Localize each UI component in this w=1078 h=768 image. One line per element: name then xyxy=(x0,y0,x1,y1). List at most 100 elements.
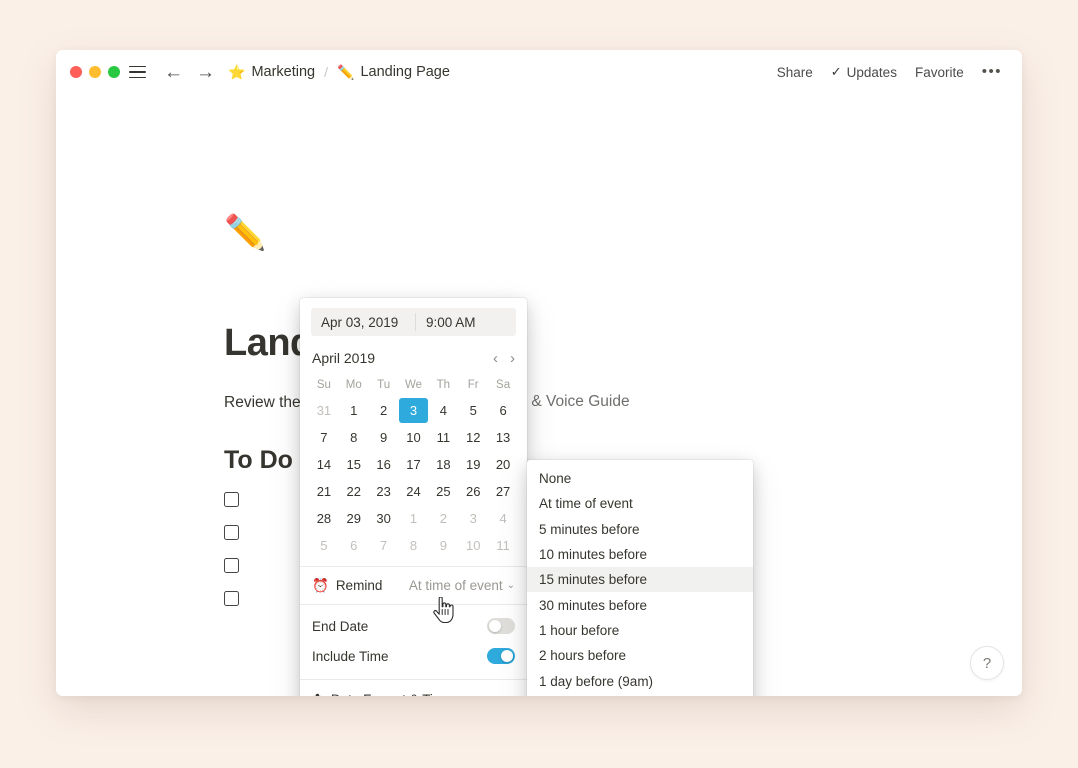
end-date-label: End Date xyxy=(312,618,369,634)
prev-month-icon[interactable]: ‹ xyxy=(493,351,498,366)
calendar-day[interactable]: 30 xyxy=(369,506,399,531)
updates-label: Updates xyxy=(846,64,897,80)
breadcrumb-parent-label: Marketing xyxy=(251,64,316,80)
end-date-toggle[interactable] xyxy=(487,618,515,634)
hamburger-menu-icon[interactable] xyxy=(129,63,149,81)
calendar-day[interactable]: 5 xyxy=(309,533,339,558)
toggle-section: End Date Include Time xyxy=(300,605,527,679)
date-format-timezone-button[interactable]: ✿ Date Format & Timezone xyxy=(300,680,527,696)
remind-row[interactable]: ⏰ Remind At time of event ⌄ xyxy=(300,567,527,604)
calendar-day[interactable]: 26 xyxy=(458,479,488,504)
calendar-day[interactable]: 2 xyxy=(369,398,399,423)
calendar-day[interactable]: 9 xyxy=(369,425,399,450)
reminder-option[interactable]: 2 hours before xyxy=(527,643,753,668)
calendar-day[interactable]: 25 xyxy=(428,479,458,504)
include-time-label: Include Time xyxy=(312,648,389,664)
calendar-day[interactable]: 4 xyxy=(428,398,458,423)
include-time-toggle[interactable] xyxy=(487,648,515,664)
remind-label-group: ⏰ Remind xyxy=(312,578,382,594)
reminder-option[interactable]: 30 minutes before xyxy=(527,592,753,617)
remind-value-dropdown[interactable]: At time of event ⌄ xyxy=(409,578,515,593)
date-input[interactable]: Apr 03, 2019 xyxy=(311,308,415,336)
forward-arrow-icon[interactable]: → xyxy=(196,63,215,82)
alarm-clock-icon: ⏰ xyxy=(312,577,329,593)
calendar-day[interactable]: 28 xyxy=(309,506,339,531)
close-window-button[interactable] xyxy=(70,66,82,78)
date-format-label: Date Format & Timezone xyxy=(331,692,481,697)
pencil-icon: ✏️ xyxy=(337,64,355,80)
calendar-day[interactable]: 21 xyxy=(309,479,339,504)
calendar-day[interactable]: 16 xyxy=(369,452,399,477)
calendar-day-selected[interactable]: 3 xyxy=(398,398,429,423)
calendar-day[interactable]: 1 xyxy=(399,506,429,531)
share-button[interactable]: Share xyxy=(777,65,813,80)
calendar-day[interactable]: 15 xyxy=(339,452,369,477)
calendar-day[interactable]: 13 xyxy=(488,425,518,450)
breadcrumb-current[interactable]: ✏️ Landing Page xyxy=(337,64,450,80)
updates-button[interactable]: ✓ Updates xyxy=(831,64,897,80)
calendar-day[interactable]: 4 xyxy=(488,506,518,531)
include-time-row[interactable]: Include Time xyxy=(312,641,515,671)
reminder-option[interactable]: 15 minutes before xyxy=(527,567,753,593)
calendar-day[interactable]: 20 xyxy=(488,452,518,477)
calendar-day[interactable]: 8 xyxy=(339,425,369,450)
calendar-day[interactable]: 29 xyxy=(339,506,369,531)
calendar-day[interactable]: 6 xyxy=(488,398,518,423)
reminder-options-menu: None At time of event 5 minutes before 10 m… xyxy=(527,460,753,696)
calendar-day[interactable]: 12 xyxy=(458,425,488,450)
calendar-day[interactable]: 17 xyxy=(399,452,429,477)
page-content: ✏️ Landing Page Review the copy To Do 🍎 … xyxy=(56,94,1022,696)
calendar-day[interactable]: 18 xyxy=(428,452,458,477)
gear-icon: ✿ xyxy=(312,691,323,696)
time-input[interactable]: 9:00 AM xyxy=(416,308,516,336)
calendar-month-label: April 2019 xyxy=(312,350,376,366)
calendar-day[interactable]: 31 xyxy=(309,398,339,423)
calendar-day[interactable]: 3 xyxy=(458,506,488,531)
calendar-day[interactable]: 14 xyxy=(309,452,339,477)
titlebar: ← → ⭐ Marketing / ✏️ Landing Page Share … xyxy=(56,50,1022,94)
todo-checkbox[interactable] xyxy=(224,558,239,573)
reminder-option[interactable]: 1 hour before xyxy=(527,618,753,643)
calendar-day[interactable]: 7 xyxy=(309,425,339,450)
calendar-day[interactable]: 6 xyxy=(339,533,369,558)
calendar-day[interactable]: 27 xyxy=(488,479,518,504)
todo-checkbox[interactable] xyxy=(224,591,239,606)
favorite-button[interactable]: Favorite xyxy=(915,65,964,80)
page-heading-todo[interactable]: To Do xyxy=(224,446,293,475)
end-date-row[interactable]: End Date xyxy=(312,611,515,641)
calendar-day[interactable]: 2 xyxy=(428,506,458,531)
check-icon: ✓ xyxy=(830,64,842,79)
maximize-window-button[interactable] xyxy=(108,66,120,78)
reminder-option[interactable]: 2 days before (9am) xyxy=(527,694,753,696)
calendar-day[interactable]: 5 xyxy=(458,398,488,423)
reminder-option[interactable]: 10 minutes before xyxy=(527,542,753,567)
reminder-option[interactable]: 5 minutes before xyxy=(527,517,753,542)
calendar-day[interactable]: 22 xyxy=(339,479,369,504)
breadcrumb-current-label: Landing Page xyxy=(360,64,450,80)
calendar-day[interactable]: 24 xyxy=(399,479,429,504)
reminder-option[interactable]: At time of event xyxy=(527,491,753,516)
reminder-option[interactable]: None xyxy=(527,466,753,491)
minimize-window-button[interactable] xyxy=(89,66,101,78)
date-time-fields: Apr 03, 2019 9:00 AM xyxy=(311,308,516,336)
calendar-day[interactable]: 19 xyxy=(458,452,488,477)
more-options-icon[interactable]: ••• xyxy=(982,64,1002,79)
calendar-day[interactable]: 9 xyxy=(428,533,458,558)
todo-checkbox[interactable] xyxy=(224,492,239,507)
calendar-day[interactable]: 11 xyxy=(488,533,518,558)
help-button[interactable]: ? xyxy=(970,646,1004,680)
next-month-icon[interactable]: › xyxy=(510,351,515,366)
calendar-day[interactable]: 10 xyxy=(399,425,429,450)
page-icon-pencil-icon[interactable]: ✏️ xyxy=(224,216,266,250)
calendar-day[interactable]: 7 xyxy=(369,533,399,558)
calendar-day[interactable]: 23 xyxy=(369,479,399,504)
calendar-day[interactable]: 10 xyxy=(458,533,488,558)
reminder-option[interactable]: 1 day before (9am) xyxy=(527,668,753,693)
calendar-day[interactable]: 11 xyxy=(428,425,458,450)
todo-checkbox[interactable] xyxy=(224,525,239,540)
window-controls xyxy=(70,66,120,78)
calendar-day[interactable]: 8 xyxy=(399,533,429,558)
back-arrow-icon[interactable]: ← xyxy=(164,63,183,82)
breadcrumb-parent[interactable]: ⭐ Marketing xyxy=(228,64,315,80)
calendar-day[interactable]: 1 xyxy=(339,398,369,423)
